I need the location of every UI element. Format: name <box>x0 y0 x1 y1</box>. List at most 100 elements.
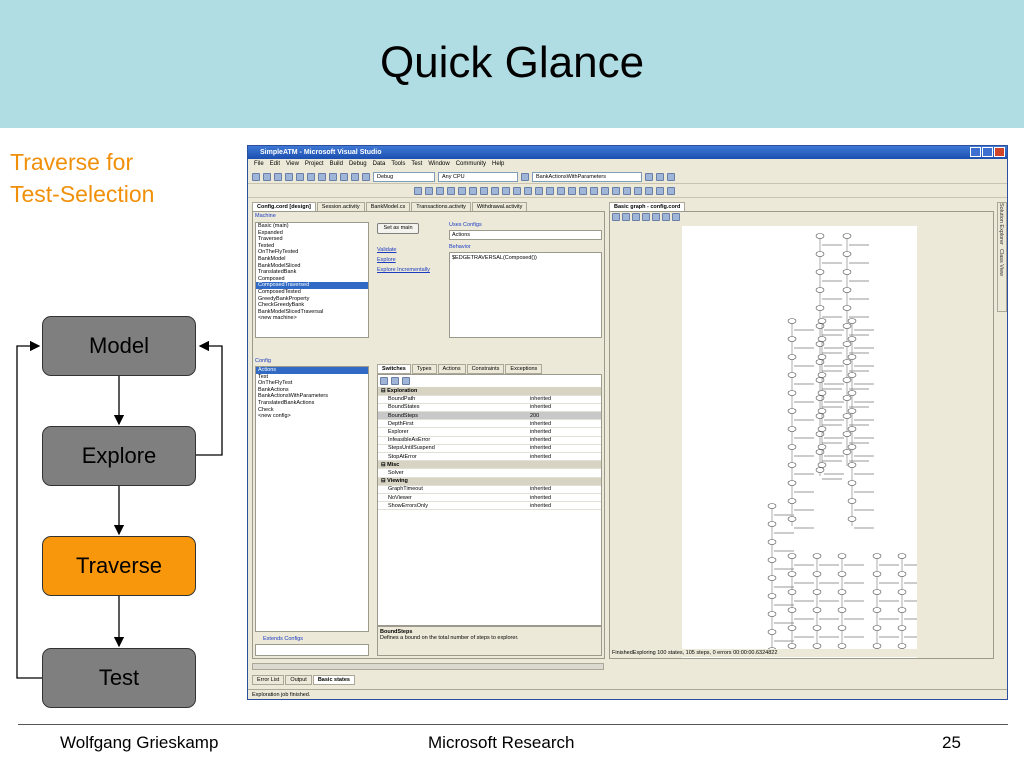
toolbar-icon[interactable] <box>535 186 543 195</box>
start-icon[interactable] <box>362 172 370 181</box>
platform-combo[interactable]: Any CPU <box>438 171 518 182</box>
property-row[interactable]: NoViewer inherited <box>378 493 601 503</box>
save-icon[interactable] <box>285 172 293 181</box>
horizontal-scrollbar[interactable] <box>252 663 604 670</box>
menu-item-build[interactable]: Build <box>330 159 343 170</box>
print-icon[interactable] <box>672 213 680 221</box>
menu-item-data[interactable]: Data <box>373 159 386 170</box>
property-row[interactable]: GraphTimeout inherited <box>378 485 601 494</box>
toolbar-icon[interactable] <box>557 186 565 195</box>
undo-icon[interactable] <box>340 172 348 181</box>
machine-item[interactable]: BankModelSlicedTraversal <box>256 309 368 316</box>
config-list[interactable]: Actions Test OnTheFlyTest BankActions BankAc… <box>255 366 369 632</box>
bottom-tab[interactable]: Basic states <box>312 675 355 685</box>
menu-item-community[interactable]: Community <box>456 159 486 170</box>
toolbar-icon[interactable] <box>502 186 510 195</box>
solution-explorer-icon[interactable] <box>667 172 675 181</box>
menu-item-test[interactable]: Test <box>411 159 422 170</box>
property-value[interactable]: inherited <box>527 427 601 437</box>
toolbar-icon[interactable] <box>612 186 620 195</box>
property-value[interactable]: inherited <box>527 452 601 462</box>
cut-icon[interactable] <box>307 172 315 181</box>
property-row[interactable]: BoundSteps 200 <box>378 411 601 421</box>
property-value[interactable]: inherited <box>527 403 601 413</box>
toolbar-icon[interactable] <box>491 186 499 195</box>
property-tab-switches[interactable]: Switches <box>377 364 411 374</box>
property-row[interactable]: DepthFirst inherited <box>378 419 601 429</box>
property-row[interactable]: BoundStates inherited <box>378 403 601 413</box>
forward-icon[interactable] <box>652 213 660 221</box>
property-value[interactable]: inherited <box>527 436 601 445</box>
config-item[interactable]: OnTheFlyTest <box>256 380 368 387</box>
property-row[interactable]: Solver <box>378 468 601 478</box>
config-item[interactable]: Test <box>256 374 368 381</box>
menu-item-window[interactable]: Window <box>428 159 449 170</box>
property-row[interactable]: InfeasibleAsError inherited <box>378 436 601 445</box>
property-pages-icon[interactable] <box>402 377 410 385</box>
config-item[interactable]: BankActions <box>256 387 368 394</box>
toolbar-icon[interactable] <box>414 186 422 195</box>
property-row[interactable]: StepsUntilSuspend inherited <box>378 444 601 454</box>
property-row[interactable]: ⊟ Viewing <box>378 477 601 486</box>
toolbar-icon[interactable] <box>447 186 455 195</box>
machine-item[interactable]: Basic (main) <box>256 223 368 230</box>
toolbar-icon[interactable] <box>667 186 675 195</box>
state-graph[interactable] <box>682 226 917 658</box>
copy-icon[interactable] <box>318 172 326 181</box>
target-combo[interactable]: BankActionsWithParameters <box>532 171 642 182</box>
config-item[interactable]: Check <box>256 407 368 414</box>
link-explore-incrementally[interactable]: Explore Incrementally <box>377 265 430 275</box>
new-project-icon[interactable] <box>252 172 260 181</box>
maximize-button[interactable] <box>982 147 993 157</box>
machine-item[interactable]: Tested <box>256 243 368 250</box>
property-value[interactable]: inherited <box>527 501 601 511</box>
save-all-icon[interactable] <box>296 172 304 181</box>
property-value[interactable]: inherited <box>527 444 601 454</box>
property-value[interactable]: inherited <box>527 395 601 404</box>
property-value[interactable] <box>527 468 601 478</box>
menu-item-edit[interactable]: Edit <box>270 159 280 170</box>
save-graph-icon[interactable] <box>662 213 670 221</box>
property-row[interactable]: Explorer inherited <box>378 427 601 437</box>
toolbar-icon[interactable] <box>513 186 521 195</box>
toolbar-icon[interactable] <box>425 186 433 195</box>
machine-item[interactable]: CheckGreedyBank <box>256 302 368 309</box>
property-value[interactable]: inherited <box>527 485 601 494</box>
machine-item[interactable]: BankModelSliced <box>256 263 368 270</box>
menu-item-debug[interactable]: Debug <box>349 159 367 170</box>
bottom-tab[interactable]: Error List <box>252 675 285 685</box>
back-icon[interactable] <box>642 213 650 221</box>
machine-item[interactable]: OnTheFlyTested <box>256 249 368 256</box>
class-view-tab[interactable]: Class View <box>998 249 1004 276</box>
property-value[interactable]: inherited <box>527 493 601 503</box>
machine-item[interactable]: GreedyBankProperty <box>256 296 368 303</box>
redo-icon[interactable] <box>351 172 359 181</box>
toolbar-icon[interactable] <box>568 186 576 195</box>
machine-item[interactable]: ComposedTested <box>256 289 368 296</box>
set-as-main-button[interactable]: Set as main <box>377 223 419 234</box>
toolbox-icon[interactable] <box>656 172 664 181</box>
machine-list[interactable]: Basic (main) Expanded Traversed Tested OnThe… <box>255 222 369 338</box>
menu-item-file[interactable]: File <box>254 159 264 170</box>
machine-item[interactable]: <new machine> <box>256 315 368 322</box>
property-row[interactable]: BoundPath inherited <box>378 395 601 404</box>
alphabetical-icon[interactable] <box>391 377 399 385</box>
config-item[interactable]: BankActionsWithParameters <box>256 393 368 400</box>
uses-configs-field[interactable]: Actions <box>449 230 602 240</box>
property-tab-constraints[interactable]: Constraints <box>466 364 505 374</box>
toolbar-icon[interactable] <box>601 186 609 195</box>
link-validate[interactable]: Validate <box>377 245 430 255</box>
config-item[interactable]: <new config> <box>256 413 368 420</box>
open-icon[interactable] <box>274 172 282 181</box>
config-item[interactable]: Actions <box>256 367 368 374</box>
menu-item-view[interactable]: View <box>286 159 299 170</box>
config-item[interactable]: TranslatedBankActions <box>256 400 368 407</box>
machine-item[interactable]: Composed <box>256 276 368 283</box>
paste-icon[interactable] <box>329 172 337 181</box>
machine-item[interactable]: BankModel <box>256 256 368 263</box>
toolbar-icon[interactable] <box>645 186 653 195</box>
property-tab-actions[interactable]: Actions <box>437 364 466 374</box>
machine-item[interactable]: Expanded <box>256 230 368 237</box>
close-button[interactable] <box>994 147 1005 157</box>
toolbar-icon[interactable] <box>656 186 664 195</box>
